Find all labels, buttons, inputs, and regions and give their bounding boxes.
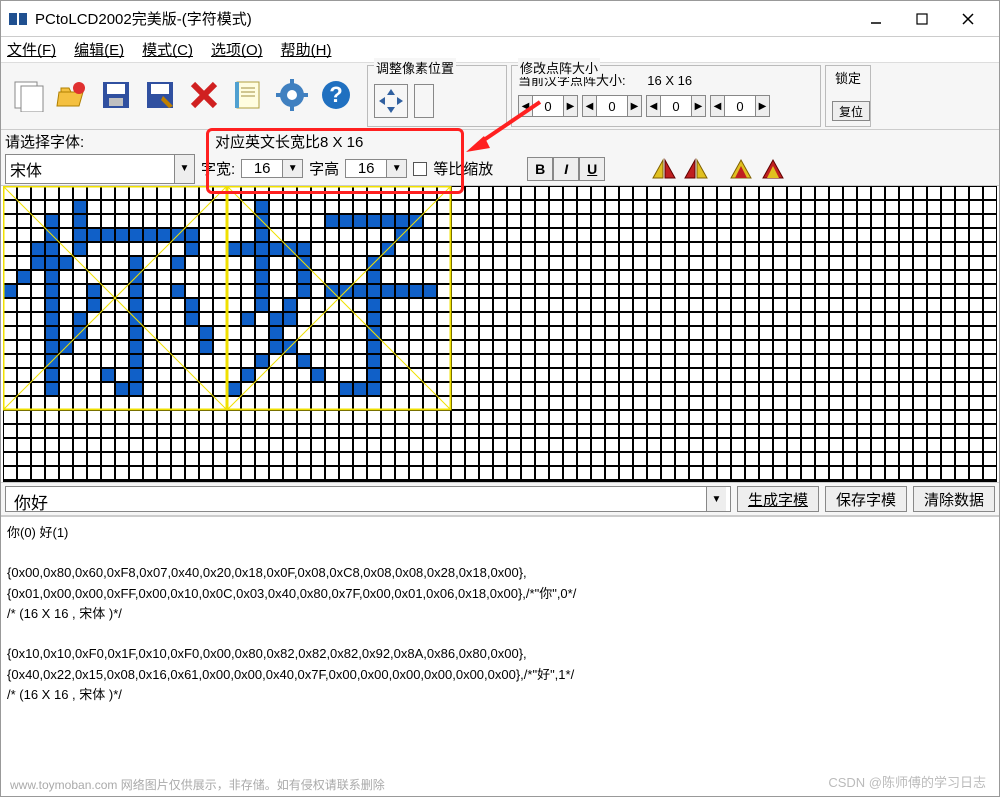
close-button[interactable] xyxy=(945,4,991,34)
font-height-input[interactable] xyxy=(346,160,386,177)
save-button[interactable] xyxy=(95,74,137,116)
out-line1: 你(0) 好(1) xyxy=(7,525,68,540)
spin-d-input[interactable] xyxy=(725,99,755,114)
label-row: 请选择字体: 对应英文长宽比8 X 16 xyxy=(1,130,999,152)
english-ratio-label: 对应英文长宽比8 X 16 xyxy=(215,131,363,152)
spin-c-input[interactable] xyxy=(661,99,691,114)
current-hanzi-value: 16 X 16 xyxy=(647,73,692,88)
rotate-right-icon[interactable] xyxy=(761,158,787,180)
menu-help[interactable]: 帮助(H) xyxy=(281,39,332,60)
select-font-label: 请选择字体: xyxy=(5,131,215,152)
minimize-button[interactable] xyxy=(853,4,899,34)
flip-h-icon[interactable] xyxy=(651,158,677,180)
window-controls xyxy=(853,4,991,34)
font-family-select[interactable]: 宋体 ▼ xyxy=(5,154,195,184)
chevron-down-icon: ▼ xyxy=(174,155,194,183)
input-row: 你好 ▼ 生成字模 保存字模 清除数据 xyxy=(1,482,999,516)
spin-right-c[interactable]: ◀▶ xyxy=(646,95,706,117)
underline-button[interactable]: U xyxy=(579,157,605,181)
out-line3: {0x01,0x00,0x00,0xFF,0x00,0x10,0x0C,0x03… xyxy=(7,586,576,601)
flip-v-icon[interactable] xyxy=(683,158,709,180)
adjust-pixel-title: 调整像素位置 xyxy=(374,58,456,77)
lock-label: 锁定 xyxy=(832,68,864,87)
bold-button[interactable]: B xyxy=(527,157,553,181)
text-style-group: B I U xyxy=(527,157,605,181)
transform-buttons xyxy=(651,158,787,180)
menu-edit[interactable]: 编辑(E) xyxy=(74,39,124,60)
text-input-combo[interactable]: 你好 ▼ xyxy=(5,486,731,512)
equal-scale-label: 等比缩放 xyxy=(433,158,493,179)
menu-mode[interactable]: 模式(C) xyxy=(142,39,193,60)
adjust-pixel-panel: 调整像素位置 xyxy=(367,65,507,127)
center-pad[interactable] xyxy=(414,84,434,118)
notes-button[interactable] xyxy=(227,74,269,116)
spin-b-input[interactable] xyxy=(597,99,627,114)
window-title: PCtoLCD2002完美版-(字符模式) xyxy=(35,8,853,29)
maximize-button[interactable] xyxy=(899,4,945,34)
font-family-value: 宋体 xyxy=(6,155,174,183)
text-input-value: 你好 xyxy=(10,487,706,511)
out-line7: /* (16 X 16 , 宋体 )*/ xyxy=(7,687,122,702)
out-line6: {0x40,0x22,0x15,0x08,0x16,0x61,0x00,0x00… xyxy=(7,667,574,682)
reset-button[interactable]: 复位 xyxy=(832,101,870,121)
icon-toolbar: ? xyxy=(1,63,365,127)
out-line2: {0x00,0x80,0x60,0xF8,0x07,0x40,0x20,0x18… xyxy=(7,565,527,580)
out-line4: /* (16 X 16 , 宋体 )*/ xyxy=(7,606,122,621)
chevron-down-icon: ▼ xyxy=(706,487,726,511)
chevron-down-icon: ▼ xyxy=(386,160,406,177)
watermark-bottom: www.toymoban.com 网络图片仅供展示，非存储。如有侵权请联系删除 xyxy=(10,776,385,793)
spin-a-input[interactable] xyxy=(533,99,563,114)
toolbar-row: ? 调整像素位置 修改点阵大小 当前汉字点阵大小: 16 X 16 ◀▶ ◀▶ … xyxy=(1,63,999,130)
matrix-size-title: 修改点阵大小 xyxy=(518,58,600,77)
clear-button[interactable]: 清除数据 xyxy=(913,486,995,512)
menu-options[interactable]: 选项(O) xyxy=(211,39,263,60)
font-height-label: 字高 xyxy=(309,158,339,179)
font-row: 宋体 ▼ 字宽: ▼ 字高 ▼ 等比缩放 B I U xyxy=(1,152,999,186)
chevron-down-icon: ▼ xyxy=(282,160,302,177)
font-width-label: 字宽: xyxy=(201,158,235,179)
equal-scale-checkbox[interactable] xyxy=(413,162,427,176)
spin-left-a[interactable]: ◀▶ xyxy=(518,95,578,117)
menu-file[interactable]: 文件(F) xyxy=(7,39,56,60)
arrow-pad[interactable] xyxy=(374,84,408,118)
font-width-select[interactable]: ▼ xyxy=(241,159,303,178)
rotate-left-icon[interactable] xyxy=(729,158,755,180)
pixel-grid[interactable] xyxy=(3,186,997,482)
app-icon xyxy=(9,11,29,27)
open-button[interactable] xyxy=(51,74,93,116)
save-font-button[interactable]: 保存字模 xyxy=(825,486,907,512)
spin-right-d[interactable]: ◀▶ xyxy=(710,95,770,117)
titlebar: PCtoLCD2002完美版-(字符模式) xyxy=(1,1,999,37)
pixel-grid-area[interactable] xyxy=(1,186,999,482)
italic-button[interactable]: I xyxy=(553,157,579,181)
generate-button[interactable]: 生成字模 xyxy=(737,486,819,512)
help-button[interactable]: ? xyxy=(315,74,357,116)
out-line5: {0x10,0x10,0xF0,0x1F,0x10,0xF0,0x00,0x80… xyxy=(7,646,527,661)
spin-left-b[interactable]: ◀▶ xyxy=(582,95,642,117)
save-as-button[interactable] xyxy=(139,74,181,116)
output-area[interactable]: 你(0) 好(1) {0x00,0x80,0x60,0xF8,0x07,0x40… xyxy=(1,516,999,762)
font-width-input[interactable] xyxy=(242,160,282,177)
menubar: 文件(F) 编辑(E) 模式(C) 选项(O) 帮助(H) xyxy=(1,37,999,63)
app-window: PCtoLCD2002完美版-(字符模式) 文件(F) 编辑(E) 模式(C) … xyxy=(0,0,1000,797)
delete-button[interactable] xyxy=(183,74,225,116)
settings-button[interactable] xyxy=(271,74,313,116)
matrix-size-panel: 修改点阵大小 当前汉字点阵大小: 16 X 16 ◀▶ ◀▶ ◀▶ ◀▶ xyxy=(511,65,821,127)
lock-panel: 锁定 复位 xyxy=(825,65,871,127)
watermark-csdn: CSDN @陈师傅的学习日志 xyxy=(828,772,986,791)
new-button[interactable] xyxy=(7,74,49,116)
svg-text:?: ? xyxy=(329,82,342,107)
font-height-select[interactable]: ▼ xyxy=(345,159,407,178)
